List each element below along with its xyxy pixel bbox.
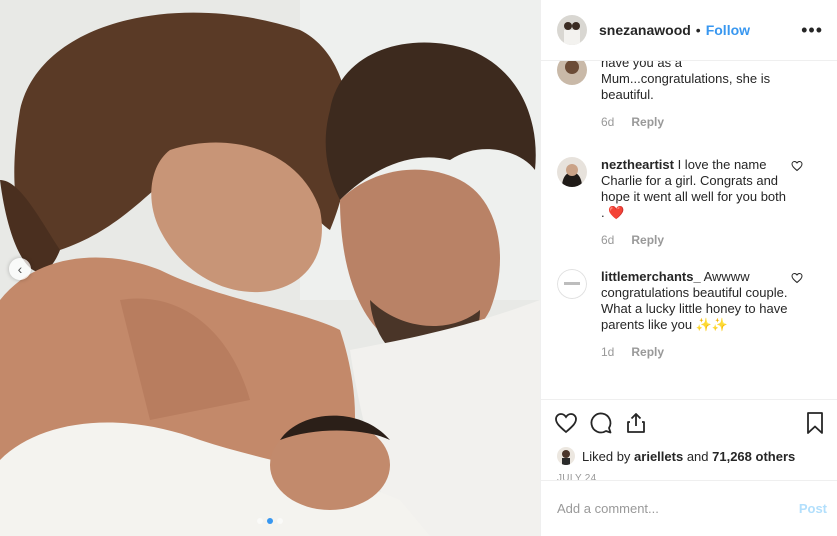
likes-row: Liked by ariellets and 71,268 others [541,445,837,467]
header-username[interactable]: snezanawood [599,22,691,38]
like-comment-heart-icon[interactable] [791,272,803,284]
comment-time[interactable]: 6d [601,114,614,130]
comment-meta: 6d Reply [601,114,789,130]
liker-avatar[interactable] [557,447,575,465]
reply-button[interactable]: Reply [631,232,664,248]
comment-username[interactable]: neztheartist [601,157,674,172]
add-comment-bar: Post [541,480,837,536]
comment-input[interactable] [557,501,799,516]
comment-body: littlemerchants_ Awwww congratulations b… [601,269,789,360]
comment-time[interactable]: 6d [601,232,614,248]
likes-prefix: Liked by [582,448,635,464]
liker-username[interactable]: ariellets [634,449,683,464]
comment-icon[interactable] [589,411,613,435]
comment-body: have you as a Mum...congratulations, she… [601,61,789,130]
bookmark-icon[interactable] [803,411,827,435]
comment-username[interactable]: littlemerchants_ [601,269,701,284]
post-header: snezanawood • Follow ••• [541,0,837,61]
comment-body: neztheartist I love the name Charlie for… [601,157,789,248]
post-photo[interactable]: ‹ [0,0,540,536]
post-button[interactable]: Post [799,501,827,516]
heart-icon[interactable] [554,411,578,435]
header-separator: • [695,22,701,38]
chevron-left-icon: ‹ [17,261,23,277]
reply-button[interactable]: Reply [631,114,664,130]
carousel-dot [257,518,263,524]
post-side-panel: snezanawood • Follow ••• have you as a M… [540,0,837,536]
likes-summary: Liked by ariellets and 71,268 others [582,449,795,464]
action-bar [541,399,837,445]
comments-list[interactable]: have you as a Mum...congratulations, she… [541,61,837,399]
comment-time[interactable]: 1d [601,344,614,360]
list-item: littlemerchants_ Awwww congratulations b… [557,269,823,360]
comment-text: have you as a Mum...congratulations, she… [601,61,771,102]
commenter-avatar[interactable] [557,269,587,299]
comment-meta: 6d Reply [601,232,789,248]
like-comment-heart-icon[interactable] [791,160,803,172]
list-item: have you as a Mum...congratulations, she… [557,61,823,130]
share-icon[interactable] [624,411,648,435]
carousel-dot-active [267,518,273,524]
more-options-icon[interactable]: ••• [801,21,823,39]
avatar[interactable] [557,15,587,45]
commenter-avatar[interactable] [557,61,587,85]
commenter-avatar[interactable] [557,157,587,187]
photo-illustration [0,0,540,536]
likes-count[interactable]: 71,268 others [712,449,795,464]
carousel-dot [277,518,283,524]
follow-button[interactable]: Follow [706,22,750,38]
list-item: neztheartist I love the name Charlie for… [557,157,823,248]
instagram-post: ‹ snezanawood • Follow ••• have you as a… [0,0,837,536]
comment-meta: 1d Reply [601,344,789,360]
carousel-prev-button[interactable]: ‹ [9,258,31,280]
reply-button[interactable]: Reply [631,344,664,360]
carousel-dots [0,518,540,524]
likes-middle: and [683,448,713,464]
